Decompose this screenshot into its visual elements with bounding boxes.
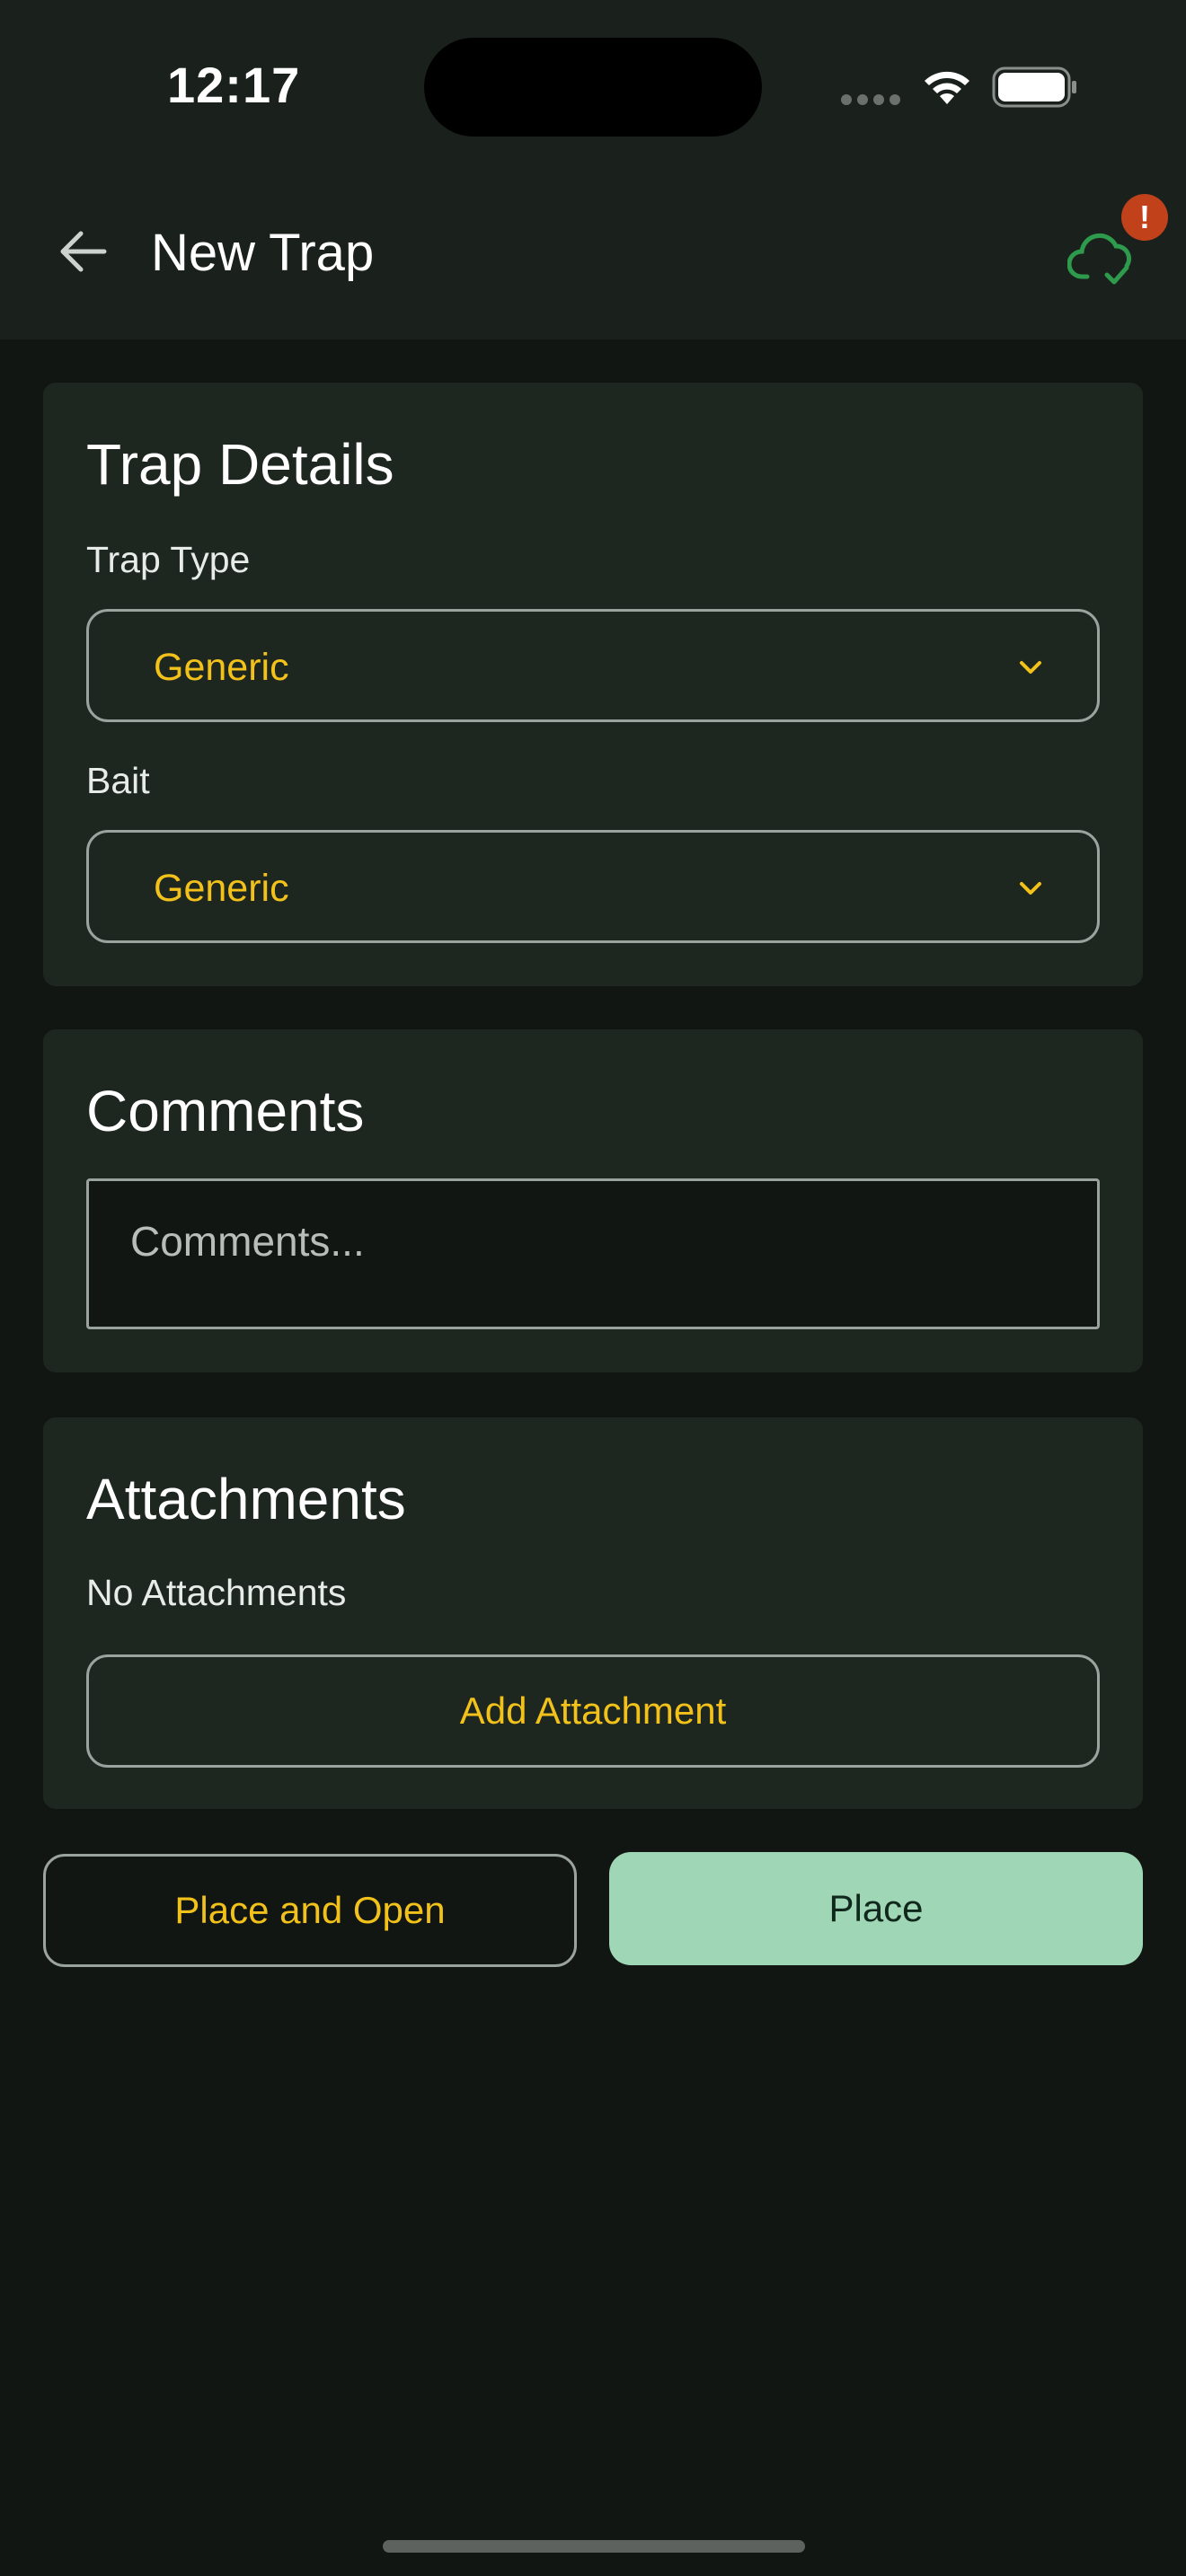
comments-title: Comments <box>86 1079 365 1143</box>
battery-icon <box>992 66 1076 108</box>
comments-card: Comments <box>43 1029 1143 1372</box>
place-and-open-button[interactable]: Place and Open <box>43 1854 577 1967</box>
bait-label: Bait <box>86 760 150 801</box>
place-button[interactable]: Place <box>609 1852 1143 1965</box>
arrow-left-icon[interactable] <box>54 223 111 280</box>
chevron-down-icon <box>1020 661 1041 674</box>
status-time: 12:17 <box>167 57 301 113</box>
page-title: New Trap <box>151 224 375 282</box>
app-bar: New Trap ! <box>0 171 1186 340</box>
wifi-icon <box>925 71 969 104</box>
bait-dropdown[interactable]: Generic <box>86 830 1100 943</box>
chevron-down-icon <box>1020 882 1041 895</box>
attachments-card: Attachments No Attachments Add Attachmen… <box>43 1417 1143 1809</box>
trap-type-value: Generic <box>154 646 289 689</box>
add-attachment-button[interactable]: Add Attachment <box>86 1654 1100 1768</box>
comments-input[interactable] <box>86 1178 1100 1329</box>
trap-type-label: Trap Type <box>86 539 251 580</box>
trap-type-dropdown[interactable]: Generic <box>86 609 1100 722</box>
dynamic-island <box>424 38 762 137</box>
status-bar: 12:17 <box>0 0 1186 171</box>
home-indicator <box>383 2540 805 2553</box>
cellular-signal-icon <box>841 93 906 110</box>
bait-value: Generic <box>154 867 289 910</box>
trap-details-card: Trap Details Trap Type Generic Bait Gene… <box>43 383 1143 986</box>
trap-details-title: Trap Details <box>86 432 394 497</box>
attachments-title: Attachments <box>86 1467 406 1531</box>
no-attachments-text: No Attachments <box>86 1572 347 1613</box>
alert-badge: ! <box>1121 194 1168 241</box>
